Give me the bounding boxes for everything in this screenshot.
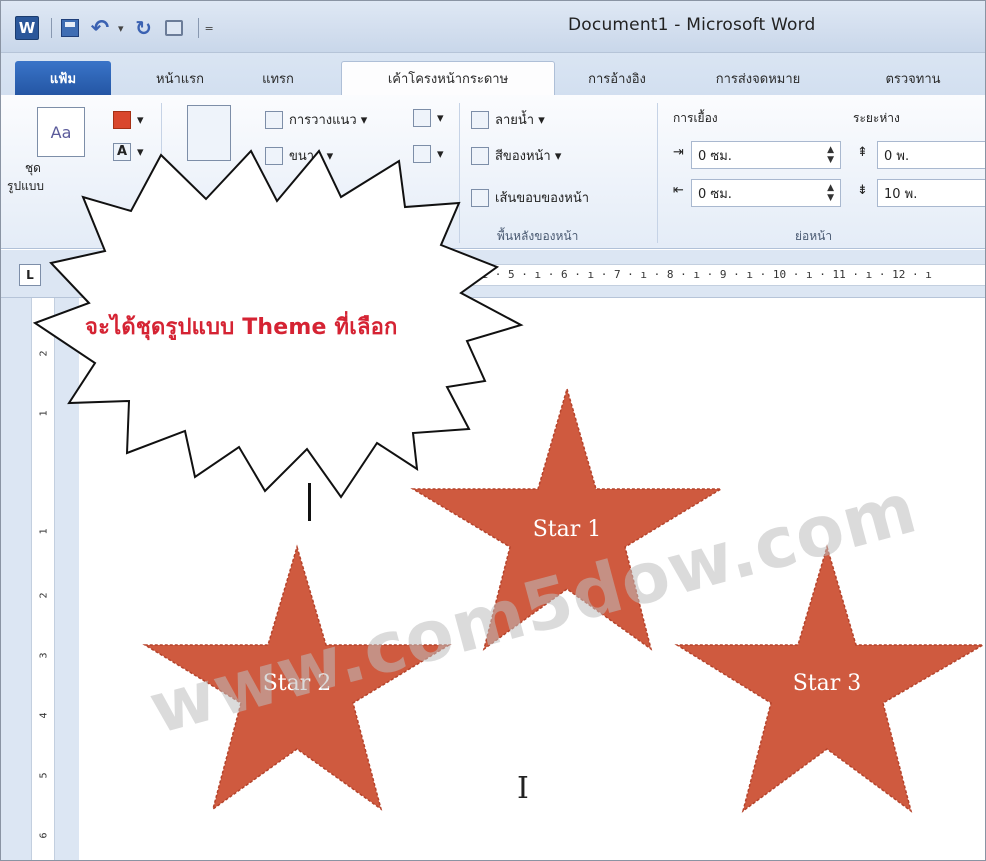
- text-insertion-cursor: [308, 483, 311, 521]
- word-window: W ↶ ▾ ↻ = Document1 - Microsoft Word แฟ้…: [0, 0, 986, 861]
- callout-layer: [32, 149, 524, 499]
- callout-text: จะได้ชุดรูปแบบ Theme ที่เลือก: [85, 315, 398, 340]
- i-beam-cursor-icon: I: [517, 771, 529, 806]
